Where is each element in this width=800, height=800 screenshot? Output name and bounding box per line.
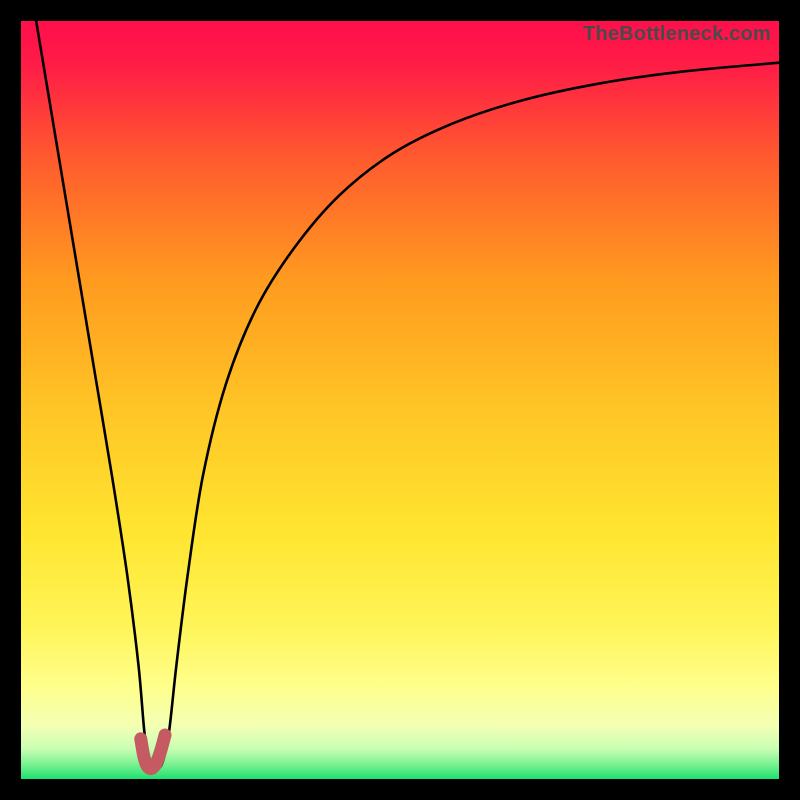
chart-svg [21, 21, 779, 779]
watermark-text: TheBottleneck.com [583, 21, 779, 46]
gradient-background [21, 21, 779, 779]
plot-area [21, 21, 779, 779]
chart-frame: TheBottleneck.com [0, 0, 800, 800]
